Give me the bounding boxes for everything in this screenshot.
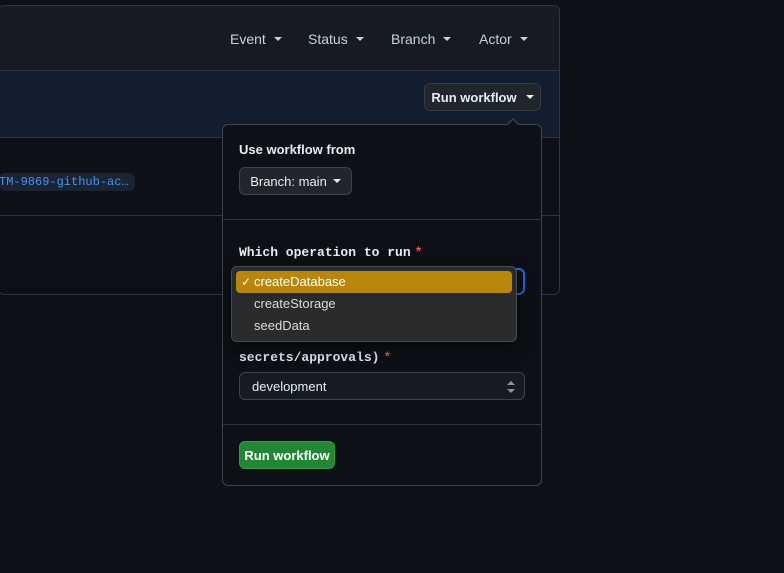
chevron-down-icon [443, 37, 452, 41]
use-workflow-from-label: Use workflow from [239, 142, 356, 157]
chevron-down-icon [525, 95, 534, 99]
option-label: createDatabase [254, 274, 346, 289]
option-label: createStorage [254, 296, 336, 311]
branch-chip[interactable]: TM-9869-github-ac… [0, 173, 135, 191]
option-createStorage[interactable]: createStorage [236, 293, 512, 315]
option-createDatabase[interactable]: ✓ createDatabase [236, 271, 512, 293]
select-arrows-icon [507, 381, 515, 393]
required-marker: * [414, 245, 423, 260]
chevron-down-icon [355, 37, 364, 41]
submit-run-workflow-button[interactable]: Run workflow [239, 441, 335, 469]
operation-label-text: Which operation to run [239, 245, 411, 260]
required-marker: * [383, 350, 392, 365]
run-workflow-button[interactable]: Run workflow [424, 83, 541, 111]
environment-select[interactable]: development [239, 372, 525, 400]
environment-label-text: secrets/approvals) [239, 350, 380, 365]
option-label: seedData [254, 318, 310, 333]
option-seedData[interactable]: seedData [236, 315, 512, 337]
popover-arrow-inner [507, 119, 519, 126]
operation-options-list: ✓ createDatabase createStorage seedData [231, 266, 517, 342]
filter-bar: Event Status Branch Actor [0, 6, 559, 71]
branch-select-label: Branch: main [250, 173, 327, 189]
chevron-down-icon [332, 179, 341, 183]
branch-filter[interactable]: Branch [391, 31, 452, 47]
popover-divider [223, 219, 541, 220]
branch-filter-label: Branch [391, 31, 436, 47]
checkmark-icon: ✓ [241, 275, 252, 289]
branch-select-button[interactable]: Branch: main [239, 167, 352, 195]
actor-filter[interactable]: Actor [479, 31, 528, 47]
status-filter-label: Status [308, 31, 348, 47]
event-filter[interactable]: Event [230, 31, 282, 47]
operation-label: Which operation to run * [239, 245, 422, 260]
chevron-down-icon [273, 37, 282, 41]
chevron-down-icon [519, 37, 528, 41]
run-workflow-label: Run workflow [431, 89, 517, 105]
actor-filter-label: Actor [479, 31, 512, 47]
event-filter-label: Event [230, 31, 266, 47]
environment-value: development [252, 378, 327, 394]
popover-divider [223, 424, 541, 425]
submit-label: Run workflow [244, 447, 330, 463]
status-filter[interactable]: Status [308, 31, 364, 47]
environment-label: secrets/approvals) * [239, 350, 391, 365]
